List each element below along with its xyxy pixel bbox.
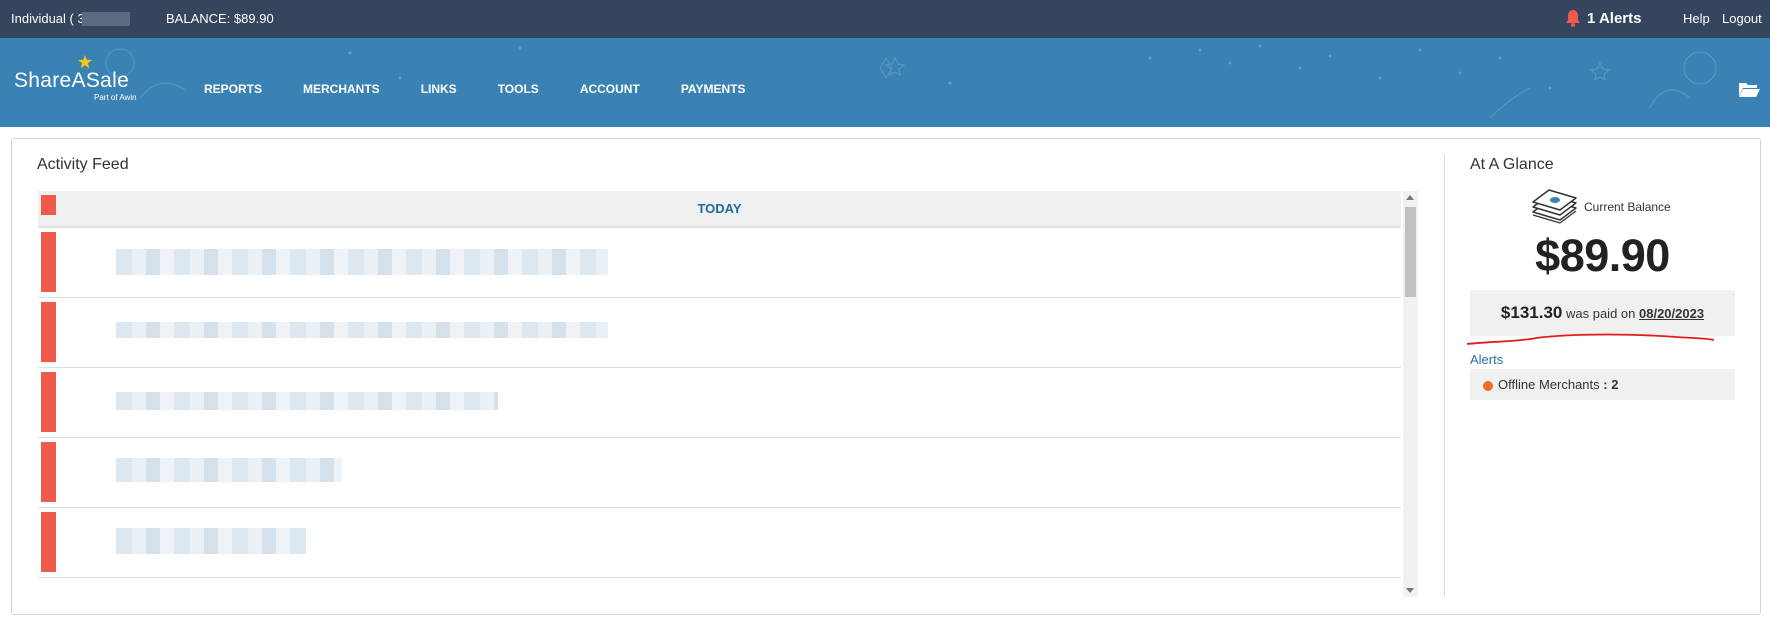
alert-text: Offline Merchants : 2 <box>1498 377 1618 392</box>
nav-tools[interactable]: TOOLS <box>498 82 539 96</box>
redacted-feed-text <box>116 458 342 482</box>
feed-row[interactable] <box>38 368 1401 438</box>
redacted-account-id <box>82 12 130 26</box>
scroll-down-icon[interactable] <box>1406 588 1414 593</box>
feed-row[interactable] <box>38 228 1401 298</box>
panel-divider <box>1444 154 1445 596</box>
feed-row-marker <box>41 512 56 572</box>
star-icon <box>78 55 92 69</box>
alerts-button[interactable]: 1 Alerts <box>1565 9 1641 27</box>
alert-dot-icon <box>1483 381 1493 391</box>
brand-name: ShareASale <box>14 69 130 92</box>
last-payment-text: was paid on <box>1565 306 1636 321</box>
sharesale-logo[interactable]: ShareASale Part of Awin <box>14 55 137 102</box>
redacted-feed-text <box>116 249 608 275</box>
money-stack-icon <box>1532 189 1577 224</box>
bell-icon <box>1566 10 1580 27</box>
feed-row[interactable] <box>38 438 1401 508</box>
scroll-up-icon[interactable] <box>1406 195 1414 200</box>
feed-row-marker <box>41 195 56 215</box>
current-balance-label: Current Balance <box>1584 200 1671 214</box>
last-payment-amount: $131.30 <box>1500 303 1563 322</box>
last-payment-box: $131.30 was paid on 08/20/2023 <box>1470 290 1735 336</box>
main-nav-band: ShareASale Part of Awin REPORTS MERCHANT… <box>0 38 1770 127</box>
main-nav: REPORTS MERCHANTS LINKS TOOLS ACCOUNT PA… <box>204 82 787 96</box>
top-bar: Individual ( 3 BALANCE: $89.90 1 Alerts … <box>0 0 1770 38</box>
feed-section-header: TODAY <box>38 191 1401 228</box>
feed-row[interactable] <box>38 298 1401 368</box>
scrollbar-thumb[interactable] <box>1405 207 1416 297</box>
redacted-feed-text <box>116 392 498 410</box>
at-a-glance-title: At A Glance <box>1470 156 1554 173</box>
redacted-feed-text <box>116 322 608 338</box>
alert-item[interactable]: Offline Merchants : 2 <box>1470 369 1735 400</box>
last-payment-date-link[interactable]: 08/20/2023 <box>1639 306 1704 321</box>
alert-count: 2 <box>1611 377 1619 392</box>
alerts-label: 1 Alerts <box>1587 9 1642 27</box>
account-label: Individual ( 3 <box>11 11 85 26</box>
logout-link[interactable]: Logout <box>1722 11 1762 26</box>
feed-row-marker <box>41 302 56 362</box>
nav-reports[interactable]: REPORTS <box>204 82 262 96</box>
feed-row-marker <box>41 442 56 502</box>
red-annotation-stroke <box>1466 333 1715 345</box>
nav-links[interactable]: LINKS <box>421 82 457 96</box>
alerts-heading-link[interactable]: Alerts <box>1470 352 1503 367</box>
feed-row-marker <box>41 232 56 292</box>
current-balance-amount: $89.90 <box>1535 230 1670 281</box>
activity-feed-title: Activity Feed <box>37 156 129 173</box>
feed-row[interactable] <box>38 508 1401 578</box>
brand-tagline: Part of Awin <box>94 93 137 102</box>
feed-scrollbar[interactable] <box>1403 191 1418 597</box>
alert-label: Offline Merchants <box>1498 377 1600 392</box>
nav-merchants[interactable]: MERCHANTS <box>303 82 380 96</box>
nav-account[interactable]: ACCOUNT <box>580 82 640 96</box>
folder-icon[interactable] <box>1738 80 1760 98</box>
nav-payments[interactable]: PAYMENTS <box>681 82 746 96</box>
activity-feed-list[interactable]: TODAY <box>38 191 1401 597</box>
feed-row-marker <box>41 372 56 432</box>
help-link[interactable]: Help <box>1683 11 1710 26</box>
topbar-balance: BALANCE: $89.90 <box>166 11 274 26</box>
alert-separator: : <box>1599 377 1612 392</box>
redacted-feed-text <box>116 528 306 554</box>
